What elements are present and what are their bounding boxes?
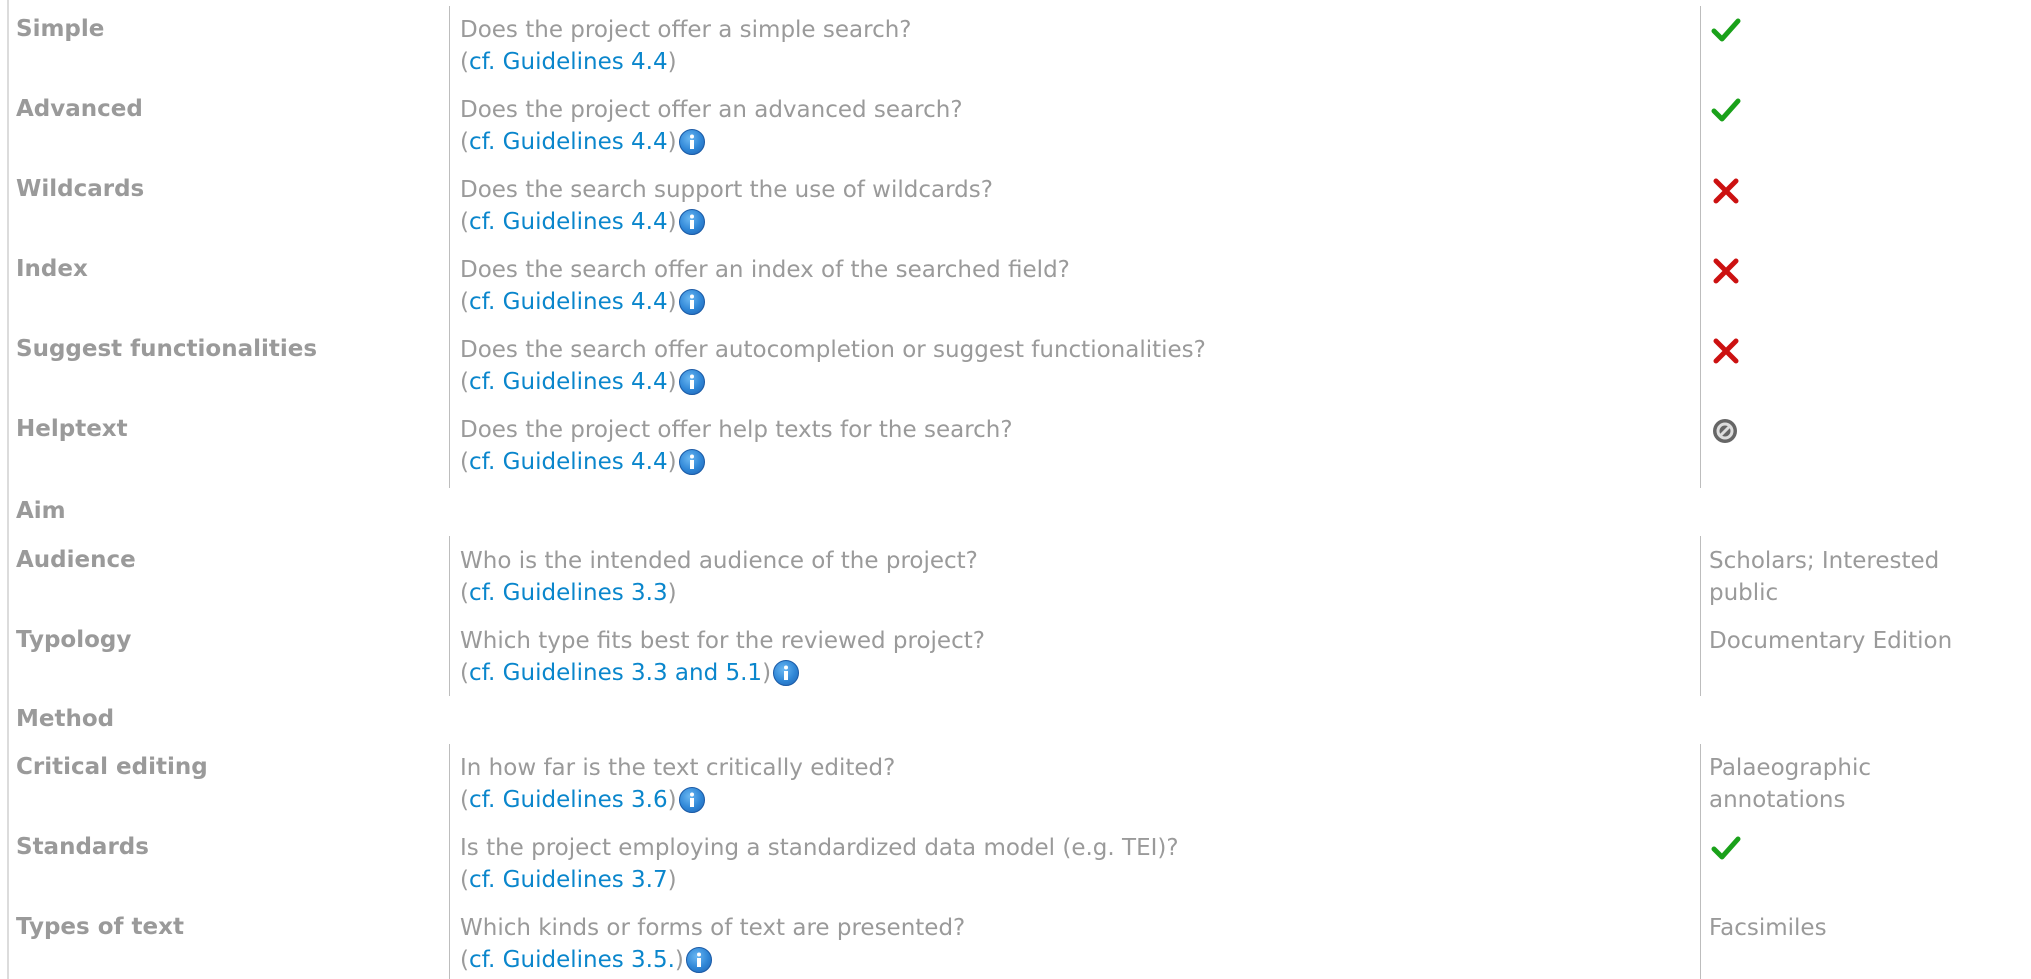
criterion-value <box>1709 414 2009 445</box>
criterion-value: Facsimiles <box>1709 912 2009 944</box>
question-text: Does the search offer an index of the se… <box>460 257 1070 283</box>
value-text: public <box>1709 580 1779 606</box>
value-text: annotations <box>1709 787 1846 813</box>
criterion-question: In how far is the text critically edited… <box>460 752 895 816</box>
guidelines-link[interactable]: cf. Guidelines 4.4 <box>469 126 668 158</box>
criterion-question: Who is the intended audience of the proj… <box>460 545 978 609</box>
guideline-reference: (cf. Guidelines 4.4) <box>460 366 1206 398</box>
criterion-label: Suggest functionalities <box>16 336 318 362</box>
guideline-reference: (cf. Guidelines 3.3 and 5.1) <box>460 657 985 689</box>
criterion-value: Documentary Edition <box>1709 625 2009 657</box>
criterion-value <box>1709 94 2009 123</box>
guideline-reference: (cf. Guidelines 4.4) <box>460 46 912 78</box>
info-icon[interactable] <box>678 787 705 813</box>
review-table: Simple Does the project offer a simple s… <box>0 0 2031 979</box>
guideline-reference: (cf. Guidelines 3.7) <box>460 864 1179 896</box>
guidelines-link[interactable]: cf. Guidelines 4.4 <box>469 286 668 318</box>
info-icon[interactable] <box>685 947 712 973</box>
question-text: Who is the intended audience of the proj… <box>460 548 978 574</box>
criterion-value <box>1709 14 2009 43</box>
guideline-reference: (cf. Guidelines 4.4) <box>460 286 1070 318</box>
value-text: Scholars; Interested <box>1709 548 1940 574</box>
question-text: Does the project offer an advanced searc… <box>460 97 963 123</box>
guideline-reference: (cf. Guidelines 4.4) <box>460 126 963 158</box>
criterion-question: Is the project employing a standardized … <box>460 832 1179 896</box>
criterion-question: Does the project offer help texts for th… <box>460 414 1013 478</box>
criterion-question: Which kinds or forms of text are present… <box>460 912 965 976</box>
info-icon[interactable] <box>678 129 705 155</box>
criterion-value <box>1709 334 2009 365</box>
guidelines-link[interactable]: cf. Guidelines 3.6 <box>469 784 668 816</box>
column-divider <box>1700 744 1701 979</box>
column-divider <box>1700 536 1701 696</box>
question-text: Which type fits best for the reviewed pr… <box>460 628 985 654</box>
section-heading-aim: Aim <box>16 498 66 524</box>
cross-icon <box>1713 258 1739 284</box>
criterion-label: Advanced <box>16 96 143 122</box>
guidelines-link[interactable]: cf. Guidelines 3.7 <box>469 864 668 896</box>
question-text: In how far is the text critically edited… <box>460 755 896 781</box>
guideline-reference: (cf. Guidelines 3.5.) <box>460 944 965 976</box>
info-icon[interactable] <box>678 289 705 315</box>
question-text: Is the project employing a standardized … <box>460 835 1179 861</box>
info-icon[interactable] <box>678 369 705 395</box>
left-border <box>7 0 9 979</box>
column-divider <box>449 536 450 696</box>
criterion-label: Index <box>16 256 88 282</box>
question-text: Does the project offer help texts for th… <box>460 417 1013 443</box>
criterion-label: Wildcards <box>16 176 145 202</box>
criterion-label: Standards <box>16 834 149 860</box>
criterion-value: Scholars; Interested public <box>1709 545 2009 609</box>
info-icon[interactable] <box>678 449 705 475</box>
info-icon[interactable] <box>773 660 800 686</box>
criterion-question: Which type fits best for the reviewed pr… <box>460 625 985 689</box>
criterion-value: Palaeographic annotations <box>1709 752 2009 816</box>
criterion-value <box>1709 832 2009 861</box>
guidelines-link[interactable]: cf. Guidelines 3.3 <box>469 577 668 609</box>
criterion-label: Helptext <box>16 416 128 442</box>
cross-icon <box>1713 178 1739 204</box>
question-text: Does the project offer a simple search? <box>460 17 912 43</box>
guidelines-link[interactable]: cf. Guidelines 3.5. <box>469 944 675 976</box>
criterion-question: Does the project offer a simple search? … <box>460 14 912 78</box>
question-text: Which kinds or forms of text are present… <box>460 915 966 941</box>
guidelines-link[interactable]: cf. Guidelines 4.4 <box>469 446 668 478</box>
column-divider <box>449 6 450 488</box>
criterion-value <box>1709 174 2009 205</box>
criterion-label: Typology <box>16 627 132 653</box>
criterion-question: Does the search offer autocompletion or … <box>460 334 1206 398</box>
column-divider <box>1700 6 1701 488</box>
guideline-reference: (cf. Guidelines 3.6) <box>460 784 895 816</box>
criterion-label: Simple <box>16 16 105 42</box>
criterion-label: Types of text <box>16 914 184 940</box>
cross-icon <box>1713 338 1739 364</box>
question-text: Does the search offer autocompletion or … <box>460 337 1206 363</box>
guidelines-link[interactable]: cf. Guidelines 4.4 <box>469 46 668 78</box>
value-text: Documentary Edition <box>1709 628 1953 654</box>
guidelines-link[interactable]: cf. Guidelines 4.4 <box>469 206 668 238</box>
question-text: Does the search support the use of wildc… <box>460 177 993 203</box>
guidelines-link[interactable]: cf. Guidelines 4.4 <box>469 366 668 398</box>
guideline-reference: (cf. Guidelines 4.4) <box>460 446 1013 478</box>
info-icon[interactable] <box>678 209 705 235</box>
section-heading-method: Method <box>16 706 115 732</box>
guidelines-link[interactable]: cf. Guidelines 3.3 and 5.1 <box>469 657 762 689</box>
criterion-label: Audience <box>16 547 136 573</box>
value-text: Palaeographic <box>1709 755 1871 781</box>
column-divider <box>449 744 450 979</box>
value-text: Facsimiles <box>1709 915 1827 941</box>
criterion-label: Critical editing <box>16 754 208 780</box>
check-icon <box>1711 98 1741 122</box>
check-icon <box>1711 836 1741 860</box>
guideline-reference: (cf. Guidelines 3.3) <box>460 577 978 609</box>
guideline-reference: (cf. Guidelines 4.4) <box>460 206 993 238</box>
check-icon <box>1711 18 1741 42</box>
not-applicable-icon <box>1713 419 1737 443</box>
criterion-question: Does the project offer an advanced searc… <box>460 94 963 158</box>
criterion-question: Does the search offer an index of the se… <box>460 254 1070 318</box>
criterion-value <box>1709 254 2009 285</box>
criterion-question: Does the search support the use of wildc… <box>460 174 993 238</box>
